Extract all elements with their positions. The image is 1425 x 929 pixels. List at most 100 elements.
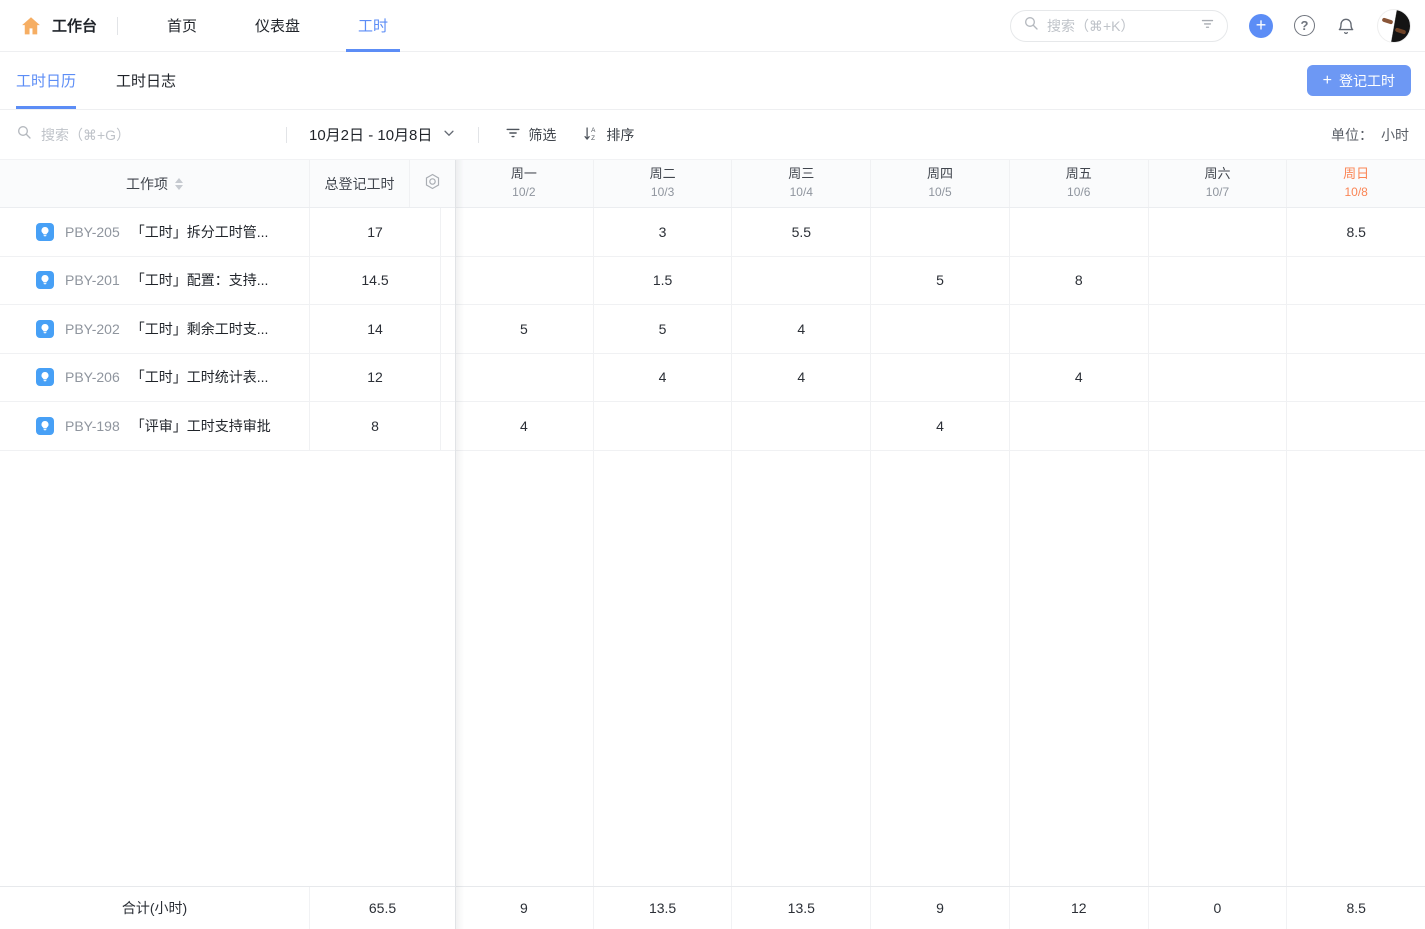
- table-search-input[interactable]: [41, 127, 286, 143]
- table-row: PBY-198 「评审」工时支持审批 8 4 4: [0, 402, 1425, 451]
- hour-cell[interactable]: [732, 402, 871, 450]
- row-total-cell: 17: [310, 208, 441, 256]
- empty-day-column: [871, 451, 1010, 887]
- tab-worktime-log[interactable]: 工时日志: [116, 52, 176, 109]
- page-tab-bar: 工时日历 工时日志 + 登记工时: [0, 52, 1425, 110]
- hour-cell[interactable]: [455, 208, 594, 256]
- hour-cell[interactable]: [871, 305, 1010, 353]
- column-header-item[interactable]: 工作项: [0, 160, 310, 207]
- work-item-cell[interactable]: PBY-201 「工时」配置：支持...: [0, 257, 310, 305]
- tab-worktime-calendar[interactable]: 工时日历: [16, 52, 76, 109]
- filter-button[interactable]: 筛选: [505, 125, 556, 145]
- table-search-box[interactable]: [16, 124, 286, 145]
- workspace-switcher[interactable]: 工作台: [52, 15, 97, 36]
- hour-cell[interactable]: 4: [732, 305, 871, 353]
- hour-cell[interactable]: 8: [1010, 257, 1149, 305]
- hour-cell[interactable]: 5.5: [732, 208, 871, 256]
- register-hours-label: 登记工时: [1339, 71, 1395, 91]
- hour-cell[interactable]: 4: [455, 402, 594, 450]
- hour-cell[interactable]: 5: [455, 305, 594, 353]
- hour-cell[interactable]: [1287, 402, 1425, 450]
- item-title: 「工时」拆分工时管...: [131, 222, 269, 242]
- item-title: 「工时」剩余工时支...: [131, 319, 269, 339]
- task-type-icon: [36, 223, 54, 241]
- hour-cell[interactable]: [1149, 208, 1288, 256]
- hour-cell[interactable]: [1010, 208, 1149, 256]
- help-icon[interactable]: ?: [1294, 15, 1315, 36]
- row-total-cell: 8: [310, 402, 441, 450]
- search-filter-icon[interactable]: [1200, 16, 1215, 36]
- hour-cell[interactable]: 5: [871, 257, 1010, 305]
- nav-item-worktime[interactable]: 工时: [352, 0, 394, 52]
- task-type-icon: [36, 271, 54, 289]
- column-header-total: 总登记工时: [310, 160, 410, 207]
- spacer: [441, 354, 455, 402]
- work-item-cell[interactable]: PBY-202 「工时」剩余工时支...: [0, 305, 310, 353]
- task-type-icon: [36, 417, 54, 435]
- gear-icon: [423, 172, 442, 196]
- nav-item-home[interactable]: 首页: [161, 0, 203, 52]
- notifications-bell-icon[interactable]: [1336, 16, 1356, 36]
- work-item-cell[interactable]: PBY-205 「工时」拆分工时管...: [0, 208, 310, 256]
- toolbar-divider: [286, 127, 287, 143]
- sort-arrows-icon: [175, 178, 183, 190]
- work-item-cell[interactable]: PBY-198 「评审」工时支持审批: [0, 402, 310, 450]
- top-divider: [117, 17, 118, 35]
- hour-cell[interactable]: 5: [594, 305, 733, 353]
- item-column-label: 工作项: [126, 174, 168, 194]
- tab-bar-actions: + 登记工时: [1307, 52, 1411, 109]
- hour-cell[interactable]: 3: [594, 208, 733, 256]
- toolbar-right: 单位： 小时: [1331, 125, 1409, 145]
- hour-cell[interactable]: [1287, 257, 1425, 305]
- hour-cell[interactable]: [871, 208, 1010, 256]
- table-footer-row: 合计(小时) 65.5 9 13.5 13.5 9 12 0 8.5: [0, 886, 1425, 929]
- hour-cell[interactable]: [594, 402, 733, 450]
- sort-az-icon: A Z: [582, 125, 599, 145]
- hour-cell[interactable]: [455, 354, 594, 402]
- create-button[interactable]: +: [1249, 14, 1273, 38]
- hour-cell[interactable]: [871, 354, 1010, 402]
- date-range-selector[interactable]: 10月2日 - 10月8日: [309, 124, 456, 145]
- table-row: PBY-201 「工时」配置：支持... 14.5 1.5 5 8: [0, 257, 1425, 306]
- day-name: 周三: [788, 165, 814, 184]
- toolbar-left: 10月2日 - 10月8日 筛选 A Z: [16, 124, 634, 145]
- hour-cell[interactable]: [1149, 257, 1288, 305]
- table-row: PBY-202 「工时」剩余工时支... 14 5 5 4: [0, 305, 1425, 354]
- hour-cell[interactable]: [1010, 402, 1149, 450]
- row-total-cell: 12: [310, 354, 441, 402]
- hour-cell[interactable]: 8.5: [1287, 208, 1425, 256]
- hour-cell[interactable]: [1010, 305, 1149, 353]
- nav-item-dashboard[interactable]: 仪表盘: [249, 0, 306, 52]
- hour-cell[interactable]: [1287, 354, 1425, 402]
- hour-cell[interactable]: [732, 257, 871, 305]
- hour-cell[interactable]: [1149, 354, 1288, 402]
- user-avatar[interactable]: [1377, 9, 1411, 43]
- hour-cell[interactable]: 4: [732, 354, 871, 402]
- global-search-input[interactable]: [1047, 18, 1192, 34]
- hour-cell[interactable]: [455, 257, 594, 305]
- day-column-header: 周四 10/5: [871, 160, 1010, 207]
- day-date: 10/8: [1344, 184, 1367, 201]
- hour-cell[interactable]: 4: [871, 402, 1010, 450]
- table-row: PBY-206 「工时」工时统计表... 12 4 4 4: [0, 354, 1425, 403]
- home-icon[interactable]: [20, 15, 42, 37]
- hour-cell[interactable]: 4: [1010, 354, 1149, 402]
- hour-cell[interactable]: [1149, 305, 1288, 353]
- hour-cell[interactable]: [1287, 305, 1425, 353]
- work-item-cell[interactable]: PBY-206 「工时」工时统计表...: [0, 354, 310, 402]
- svg-text:Z: Z: [592, 134, 596, 141]
- filter-label: 筛选: [528, 125, 556, 145]
- register-hours-button[interactable]: + 登记工时: [1307, 65, 1411, 96]
- unit-value-selector[interactable]: 小时: [1381, 125, 1409, 145]
- sort-button[interactable]: A Z 排序: [582, 125, 634, 145]
- column-settings-button[interactable]: [410, 160, 455, 207]
- footer-day-total: 13.5: [594, 887, 733, 929]
- hour-cell[interactable]: [1149, 402, 1288, 450]
- day-column-header: 周二 10/3: [594, 160, 733, 207]
- day-column-header-sunday: 周日 10/8: [1287, 160, 1425, 207]
- hour-cell[interactable]: 4: [594, 354, 733, 402]
- hour-cell[interactable]: 1.5: [594, 257, 733, 305]
- timesheet-table: 工作项 总登记工时 周一 10/2 周二 10/3 周三 10/4: [0, 160, 1425, 929]
- global-search-box[interactable]: [1010, 10, 1228, 42]
- item-code: PBY-205: [65, 224, 120, 240]
